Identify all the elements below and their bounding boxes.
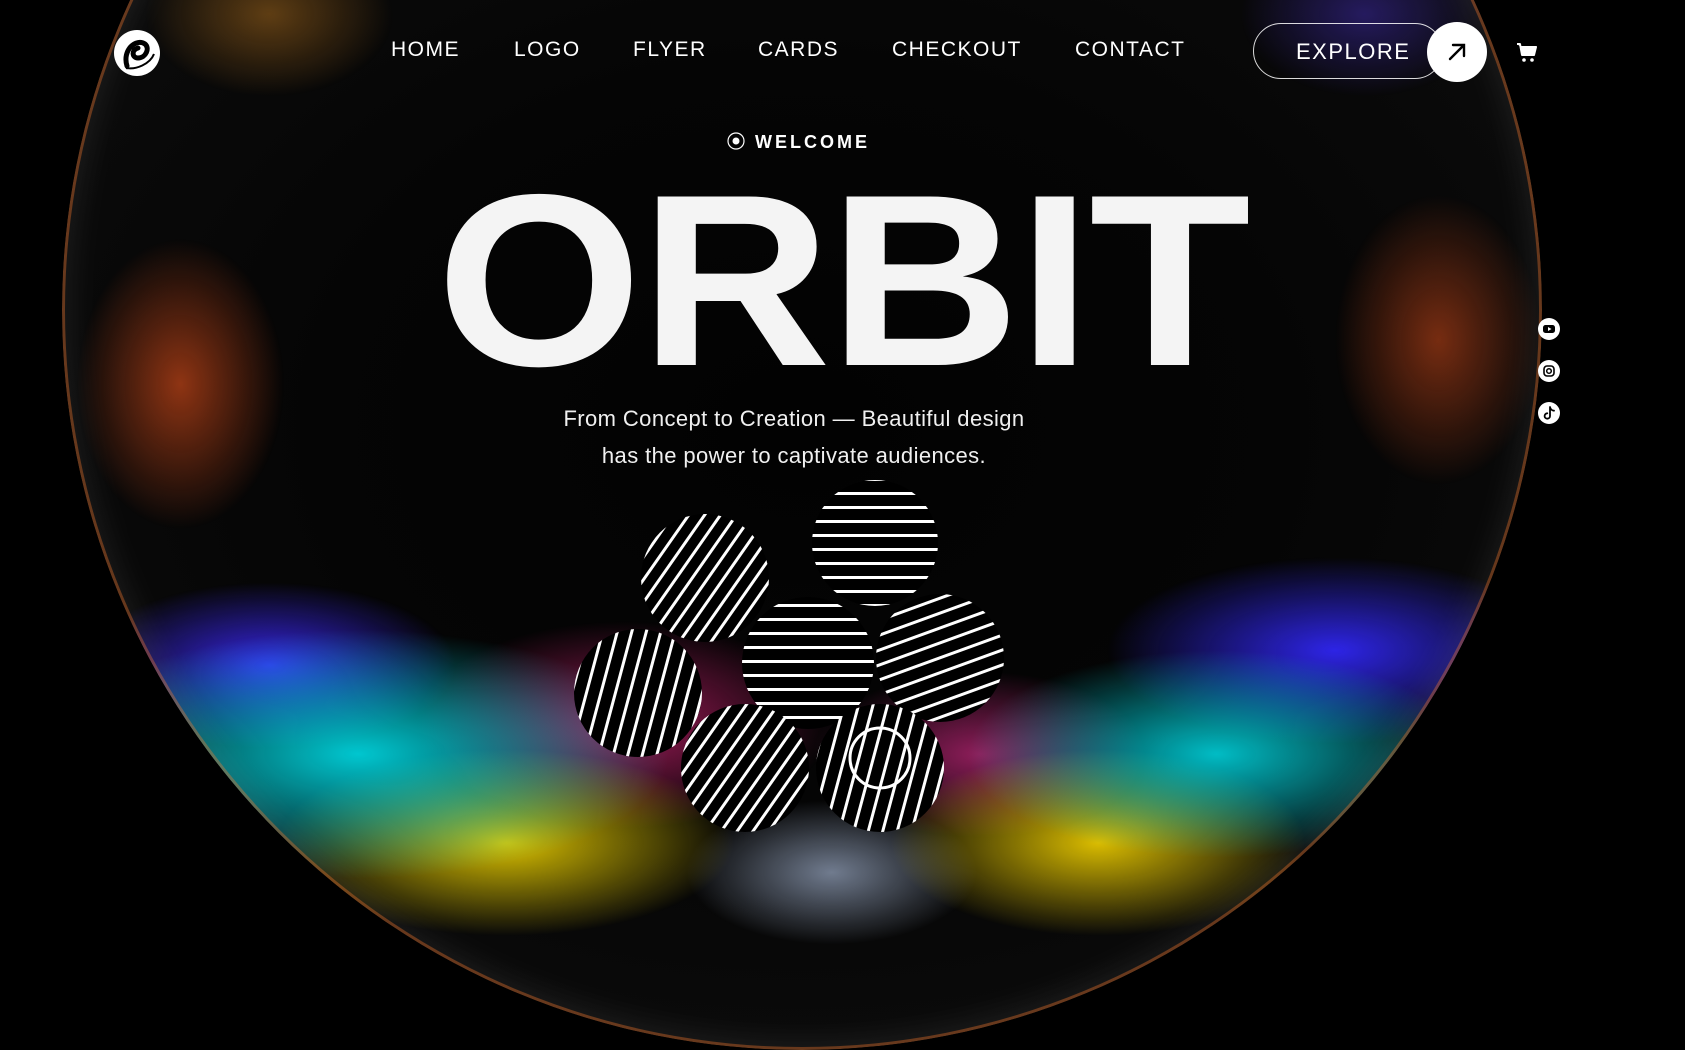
hero-subtitle-line2: has the power to captivate audiences.: [601, 443, 987, 468]
nav-contact[interactable]: CONTACT: [1075, 38, 1185, 62]
striped-sphere: [876, 594, 1004, 722]
striped-sphere: [816, 704, 944, 832]
nav-home[interactable]: HOME: [391, 38, 460, 62]
striped-spheres-illustration: [574, 480, 1004, 832]
youtube-icon: [1543, 325, 1555, 333]
explore-button[interactable]: EXPLORE: [1253, 23, 1443, 79]
striped-sphere: [641, 514, 769, 642]
striped-sphere: [681, 704, 809, 832]
instagram-icon: [1543, 365, 1555, 377]
striped-sphere: [574, 629, 702, 757]
explore-arrow-button[interactable]: [1427, 22, 1487, 82]
explore-button-label: EXPLORE: [1296, 39, 1411, 64]
hero-title: ORBIT: [436, 143, 1250, 417]
instagram-link[interactable]: [1538, 360, 1560, 382]
youtube-link[interactable]: [1538, 318, 1560, 340]
nav-logo[interactable]: LOGO: [514, 38, 581, 62]
tiktok-link[interactable]: [1538, 402, 1560, 424]
hero-subtitle-line1: From Concept to Creation — Beautiful des…: [563, 406, 1025, 431]
shopping-cart-icon[interactable]: [1515, 40, 1539, 64]
nav-checkout[interactable]: CHECKOUT: [892, 38, 1022, 62]
striped-sphere: [812, 480, 938, 606]
arrow-up-right-icon: [1448, 43, 1466, 61]
nav-flyer[interactable]: FLYER: [633, 38, 707, 62]
hero-subtitle: From Concept to Creation — Beautiful des…: [0, 400, 1588, 474]
tiktok-icon: [1543, 406, 1555, 420]
nav-cards[interactable]: CARDS: [758, 38, 839, 62]
